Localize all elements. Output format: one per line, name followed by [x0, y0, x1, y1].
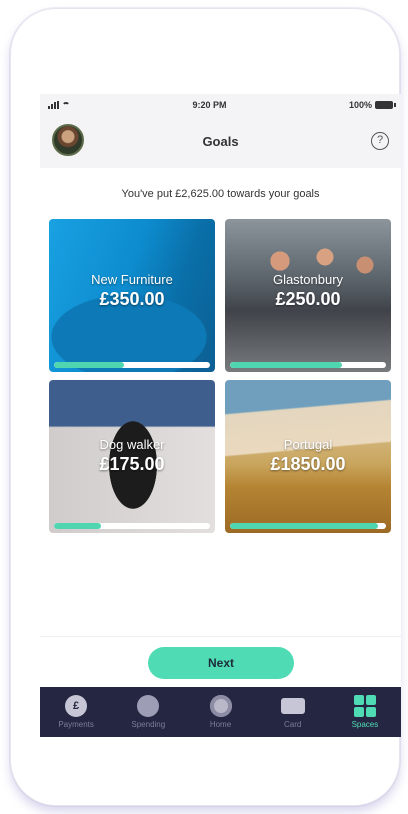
tab-label: Payments [58, 720, 94, 729]
app-header: Goals ? [40, 116, 401, 168]
goal-progress-bar [54, 362, 210, 368]
battery-indicator: 100% [348, 100, 396, 110]
tab-spaces[interactable]: Spaces [329, 687, 401, 737]
page-title: Goals [202, 134, 239, 149]
tab-label: Home [209, 720, 232, 729]
app-screen: 9:20 PM 100% Goals ? You've put £2,625.0… [40, 94, 401, 737]
phone-frame: 9:20 PM 100% Goals ? You've put £2,625.0… [10, 8, 401, 806]
goal-card-dog-walker[interactable]: Dog walker £175.00 [49, 380, 215, 533]
goal-amount: £350.00 [99, 289, 165, 309]
goal-label: Portugal £1850.00 [225, 437, 391, 475]
spaces-icon [353, 695, 376, 717]
next-button[interactable]: Next [148, 647, 294, 679]
signal-bars-icon [48, 101, 59, 109]
goal-amount: £175.00 [99, 454, 165, 474]
goal-progress-fill [54, 523, 101, 529]
goal-progress-bar [54, 523, 210, 529]
tab-label: Spaces [351, 720, 379, 729]
tab-payments[interactable]: £ Payments [40, 687, 112, 737]
help-icon[interactable]: ? [371, 132, 389, 150]
battery-percent: 100% [348, 100, 372, 110]
status-time: 9:20 PM [192, 100, 227, 110]
goal-progress-fill [230, 523, 379, 529]
goal-name: New Furniture [91, 272, 173, 287]
signal-indicator [48, 101, 70, 109]
goal-card-new-furniture[interactable]: New Furniture £350.00 [49, 219, 215, 372]
tab-label: Card [284, 720, 302, 729]
goal-progress-bar [230, 523, 386, 529]
goal-label: New Furniture £350.00 [49, 272, 215, 310]
wifi-icon [62, 102, 70, 108]
goal-amount: £250.00 [275, 289, 341, 309]
tab-spending[interactable]: Spending [112, 687, 184, 737]
goal-progress-bar [230, 362, 386, 368]
tab-card[interactable]: Card [257, 687, 329, 737]
goal-progress-fill [230, 362, 343, 368]
tab-bar: £ Payments Spending Home Card Spaces [40, 687, 401, 737]
spending-icon [137, 695, 160, 717]
tab-label: Spending [131, 720, 166, 729]
action-footer: Next [40, 636, 401, 686]
goal-label: Glastonbury £250.00 [225, 272, 391, 310]
goal-name: Dog walker [99, 437, 165, 452]
goal-card-portugal[interactable]: Portugal £1850.00 [225, 380, 391, 533]
card-icon [280, 698, 305, 714]
status-bar: 9:20 PM 100% [40, 94, 401, 116]
goal-card-glastonbury[interactable]: Glastonbury £250.00 [225, 219, 391, 372]
goal-progress-fill [54, 362, 125, 368]
goals-summary: You've put £2,625.00 towards your goals [121, 188, 320, 200]
goal-name: Glastonbury [272, 272, 344, 287]
goal-amount: £1850.00 [270, 454, 346, 474]
pound-icon: £ [65, 695, 88, 717]
home-icon [209, 695, 232, 717]
battery-icon [374, 101, 396, 109]
tab-home[interactable]: Home [184, 687, 256, 737]
goal-label: Dog walker £175.00 [49, 437, 215, 475]
goal-name: Portugal [283, 437, 333, 452]
